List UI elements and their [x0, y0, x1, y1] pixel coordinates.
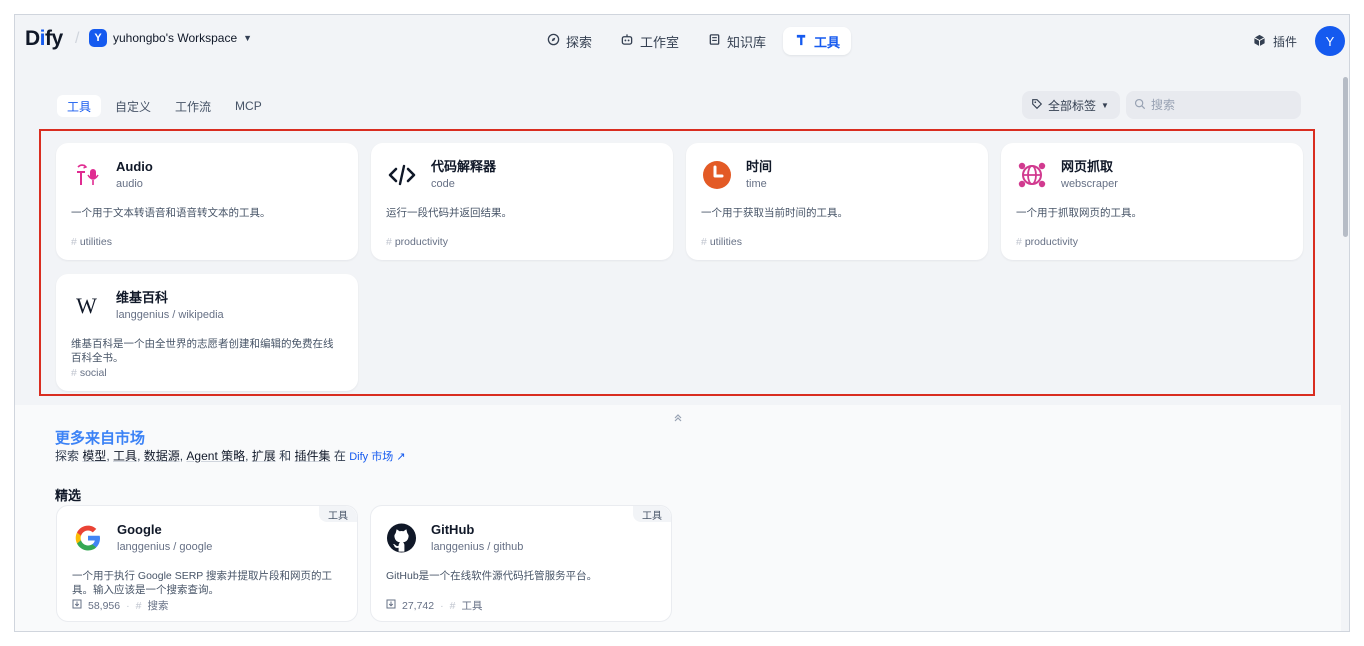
wikipedia-icon: W — [76, 292, 97, 318]
plugin-description: GitHub是一个在线软件源代码托管服务平台。 — [386, 570, 598, 582]
tool-description: 一个用于抓取网页的工具。 — [1016, 207, 1142, 219]
dify-marketplace-link[interactable]: Dify 市场 ↗ — [349, 451, 405, 463]
tool-card-time[interactable]: 时间 time 一个用于获取当前时间的工具。 # utilities — [686, 143, 988, 260]
featured-card-google[interactable]: 工具 Google langgenius / google 一个用于执行 Goo… — [56, 505, 358, 622]
tag-icon — [1031, 98, 1043, 113]
avatar[interactable]: Y — [1315, 26, 1345, 56]
install-count: 27,742 — [402, 599, 435, 612]
clock-icon — [701, 159, 732, 190]
tool-tag: # utilities — [701, 236, 742, 248]
nav-knowledge-label: 知识库 — [727, 34, 767, 50]
tool-name: 时间 — [746, 159, 773, 174]
featured-heading: 精选 — [55, 488, 82, 503]
workspace-name: yuhongbo's Workspace — [113, 31, 238, 45]
plugins-button[interactable]: 插件 — [1253, 33, 1297, 50]
search-icon — [1134, 98, 1146, 113]
scrollbar[interactable] — [1341, 67, 1349, 631]
search-box[interactable] — [1126, 91, 1301, 119]
plugin-id: langgenius / github — [431, 541, 524, 553]
tag-filter-label: 全部标签 — [1048, 98, 1097, 113]
main-nav: 探索 工作室 知识库 工具 — [535, 27, 852, 55]
tool-tag: # productivity — [386, 236, 448, 248]
chevron-down-icon: ▼ — [1101, 100, 1109, 110]
nav-knowledge[interactable]: 知识库 — [696, 27, 777, 55]
google-icon — [72, 522, 103, 553]
tool-id: code — [431, 178, 455, 190]
robot-icon — [620, 33, 634, 49]
tool-card-webscraper[interactable]: 网页抓取 webscraper 一个用于抓取网页的工具。 # productivi… — [1001, 143, 1303, 260]
tools-panel: 工具 自定义 工作流 MCP 全部标签 ▼ 搜索 Audio audio 一个用… — [15, 67, 1343, 405]
tab-workflow[interactable]: 工作流 — [165, 95, 221, 117]
tool-card-wikipedia[interactable]: W 维基百科 langgenius / wikipedia 维基百科是一个由全世… — [56, 274, 358, 391]
top-header: Dify / Y yuhongbo's Workspace ▼ 探索 工作室 知… — [15, 15, 1349, 67]
workspace-switcher[interactable]: Y yuhongbo's Workspace ▼ — [89, 29, 252, 47]
tab-mcp[interactable]: MCP — [225, 95, 272, 117]
plugin-stats: 58,956 · # 搜索 — [72, 598, 342, 613]
category-badge: 工具 — [319, 506, 357, 522]
nav-tools-label: 工具 — [814, 34, 841, 50]
app-window: Dify / Y yuhongbo's Workspace ▼ 探索 工作室 知… — [14, 14, 1350, 632]
nav-tools[interactable]: 工具 — [783, 27, 852, 55]
plugin-id: langgenius / google — [117, 541, 213, 553]
tool-name: 网页抓取 — [1061, 159, 1114, 174]
book-icon — [707, 33, 721, 49]
tool-id: langgenius / wikipedia — [116, 309, 224, 321]
logo-divider: / — [75, 30, 80, 47]
tool-description: 运行一段代码并返回结果。 — [386, 207, 512, 219]
tool-icon — [794, 33, 808, 49]
scrollbar-thumb[interactable] — [1343, 77, 1348, 237]
tool-tag: # social — [71, 367, 107, 379]
tool-name: Audio — [116, 159, 153, 174]
marketplace-description: 探索 模型, 工具, 数据源, Agent 策略, 扩展 和 插件集 在 Dif… — [55, 449, 406, 463]
category-badge: 工具 — [633, 506, 671, 522]
marketplace-section: 更多来自市场 探索 模型, 工具, 数据源, Agent 策略, 扩展 和 插件… — [15, 405, 1343, 631]
download-icon — [72, 599, 82, 612]
plugin-stats: 27,742 · # 工具 — [386, 598, 656, 613]
dify-logo[interactable]: Dify — [25, 27, 63, 51]
plugin-name: GitHub — [431, 522, 475, 537]
tool-card-audio[interactable]: Audio audio 一个用于文本转语音和语音转文本的工具。 # utiliti… — [56, 143, 358, 260]
tab-tools[interactable]: 工具 — [57, 95, 102, 117]
tag-filter-dropdown[interactable]: 全部标签 ▼ — [1022, 91, 1120, 119]
tool-tabs: 工具 自定义 工作流 MCP — [57, 95, 272, 117]
code-icon — [386, 159, 417, 190]
tool-id: audio — [116, 178, 143, 190]
tool-id: webscraper — [1061, 178, 1118, 190]
compass-icon — [546, 33, 560, 49]
chevron-down-icon: ▼ — [243, 33, 253, 43]
tool-tag: # utilities — [71, 236, 112, 248]
nav-explore[interactable]: 探索 — [535, 27, 603, 55]
audio-icon — [71, 159, 102, 190]
featured-card-github[interactable]: 工具 GitHub langgenius / github GitHub是一个在… — [370, 505, 672, 622]
tab-custom[interactable]: 自定义 — [105, 95, 161, 117]
plugin-name: Google — [117, 522, 162, 537]
download-icon — [386, 599, 396, 612]
install-count: 58,956 — [88, 599, 121, 612]
marketplace-title: 更多来自市场 — [55, 430, 146, 447]
tool-card-code[interactable]: 代码解释器 code 运行一段代码并返回结果。 # productivity — [371, 143, 673, 260]
tool-tag: # productivity — [1016, 236, 1078, 248]
plugin-description: 一个用于执行 Google SERP 搜索并提取片段和网页的工具。输入应该是一个… — [72, 570, 333, 596]
tool-description: 维基百科是一个由全世界的志愿者创建和编辑的免费在线百科全书。 — [71, 338, 334, 364]
tool-description: 一个用于文本转语音和语音转文本的工具。 — [71, 207, 271, 219]
workspace-badge: Y — [89, 29, 107, 47]
tool-name: 代码解释器 — [431, 159, 497, 174]
nav-studio-label: 工作室 — [640, 34, 680, 50]
tool-id: time — [746, 178, 767, 190]
globe-icon — [1016, 159, 1047, 190]
nav-studio[interactable]: 工作室 — [609, 27, 690, 55]
plugin-tag: 工具 — [461, 600, 483, 612]
main-content: 工具 自定义 工作流 MCP 全部标签 ▼ 搜索 Audio audio 一个用… — [15, 67, 1343, 631]
search-input[interactable] — [1151, 98, 1291, 112]
chevron-double-up-icon[interactable] — [673, 413, 683, 426]
plugin-tag: 搜索 — [147, 600, 169, 612]
nav-explore-label: 探索 — [566, 34, 593, 50]
plugins-label: 插件 — [1273, 35, 1298, 49]
cube-icon — [1253, 34, 1266, 50]
tool-description: 一个用于获取当前时间的工具。 — [701, 207, 848, 219]
tool-name: 维基百科 — [116, 290, 169, 305]
github-icon — [386, 522, 417, 553]
